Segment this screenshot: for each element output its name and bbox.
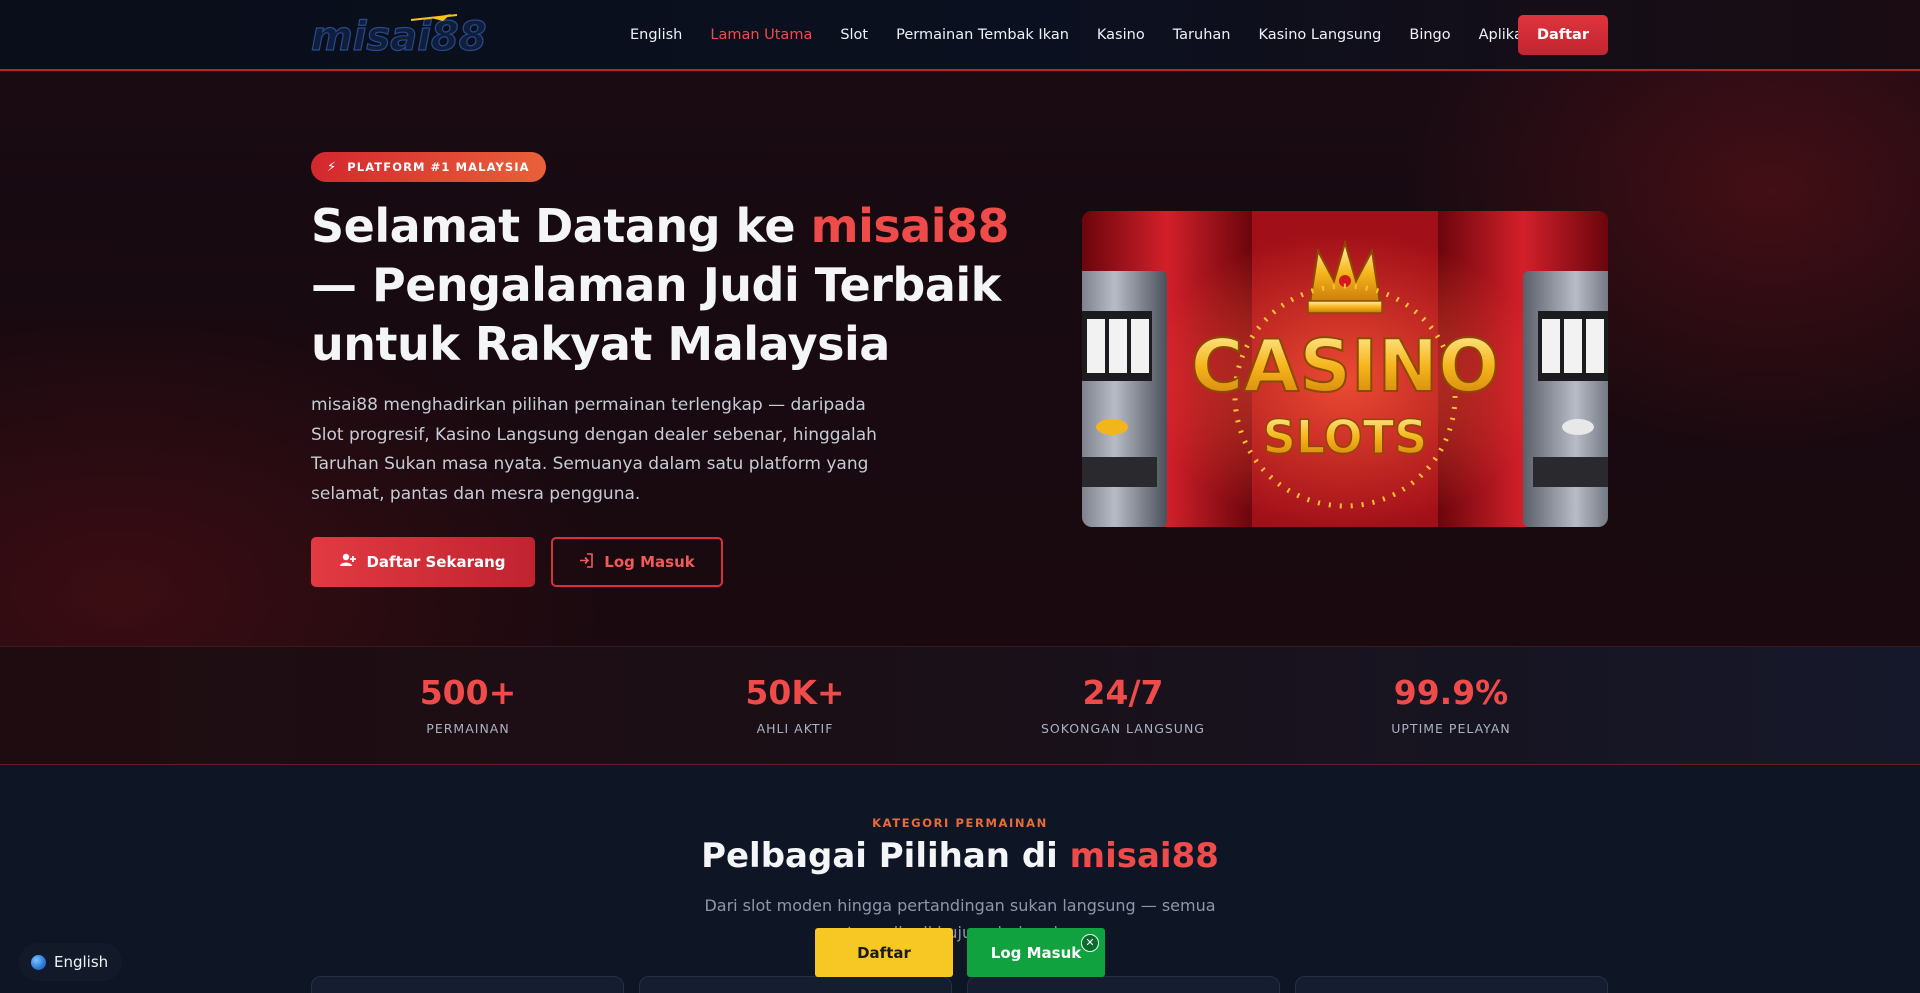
- header-register-button[interactable]: Daftar: [1518, 15, 1608, 55]
- register-now-button[interactable]: Daftar Sekarang: [311, 537, 535, 587]
- categories-section: KATEGORI PERMAINAN Pelbagai Pilihan di m…: [0, 766, 1920, 993]
- language-switcher[interactable]: English: [19, 943, 123, 981]
- categories-eyebrow: KATEGORI PERMAINAN: [872, 816, 1048, 830]
- language-label: English: [54, 953, 109, 971]
- stat-value: 50K+: [745, 673, 845, 712]
- stat-label: UPTIME PELAYAN: [1391, 721, 1511, 736]
- casino-slots-graphic: CASINO SLOTS: [1082, 211, 1608, 527]
- stat-value: 24/7: [1082, 673, 1164, 712]
- category-card[interactable]: [639, 976, 952, 993]
- logo-word: misai88: [311, 14, 487, 58]
- banner-line-casino: CASINO: [1191, 324, 1500, 408]
- banner-line-slots: SLOTS: [1263, 410, 1427, 464]
- nav-item-english[interactable]: English: [630, 27, 682, 43]
- categories-title: Pelbagai Pilihan di misai88: [0, 836, 1920, 876]
- nav-item-bingo[interactable]: Bingo: [1409, 27, 1450, 43]
- stat-value: 500+: [419, 673, 517, 712]
- category-card[interactable]: [967, 976, 1280, 993]
- platform-badge: ⚡ PLATFORM #1 MALAYSIA: [311, 152, 546, 182]
- stats-bar: 500+ PERMAINAN 50K+ AHLI AKTIF 24/7 SOKO…: [0, 646, 1920, 765]
- hero-section: ⚡ PLATFORM #1 MALAYSIA Selamat Datang ke…: [0, 71, 1920, 646]
- hero-description: misai88 menghadirkan pilihan permainan t…: [311, 395, 877, 504]
- stat-active-members: 50K+ AHLI AKTIF: [685, 673, 905, 736]
- login-label: Log Masuk: [604, 553, 695, 571]
- categories-subtitle: Dari slot moden hingga pertandingan suka…: [704, 896, 1216, 942]
- site-header: misai88 English Laman Utama Slot Permain…: [0, 0, 1920, 71]
- stat-label: SOKONGAN LANGSUNG: [1041, 721, 1205, 736]
- stat-server-uptime: 99.9% UPTIME PELAYAN: [1341, 673, 1561, 736]
- globe-icon: [31, 954, 46, 970]
- hero-title-prefix: Selamat Datang ke: [311, 199, 811, 253]
- categories-title-prefix: Pelbagai Pilihan di: [701, 836, 1070, 876]
- stat-label: PERMAINAN: [426, 721, 510, 736]
- bolt-icon: ⚡: [327, 159, 338, 175]
- user-plus-icon: [340, 553, 357, 571]
- main-nav: English Laman Utama Slot Permainan Temba…: [630, 0, 1562, 69]
- stat-live-support: 24/7 SOKONGAN LANGSUNG: [1013, 673, 1233, 736]
- stat-label: AHLI AKTIF: [756, 721, 834, 736]
- nav-item-laman-utama[interactable]: Laman Utama: [710, 27, 812, 43]
- login-button[interactable]: Log Masuk: [551, 537, 723, 587]
- casino-slots-banner: CASINO SLOTS: [1082, 211, 1608, 527]
- category-card[interactable]: [1295, 976, 1608, 993]
- nav-item-taruhan[interactable]: Taruhan: [1173, 27, 1231, 43]
- hero-title-suffix: — Pengalaman Judi Terbaik untuk Rakyat M…: [311, 258, 1001, 371]
- stat-games: 500+ PERMAINAN: [358, 673, 578, 736]
- nav-item-kasino[interactable]: Kasino: [1097, 27, 1145, 43]
- logo-graphic: misai88: [311, 13, 487, 58]
- close-icon[interactable]: ✕: [1081, 934, 1099, 952]
- category-card[interactable]: [311, 976, 624, 993]
- nav-item-kasino-langsung[interactable]: Kasino Langsung: [1258, 27, 1381, 43]
- site-logo[interactable]: misai88: [311, 12, 521, 58]
- login-icon: [579, 552, 594, 572]
- nav-item-permainan-tembak-ikan[interactable]: Permainan Tembak Ikan: [896, 27, 1069, 43]
- badge-label: PLATFORM #1 MALAYSIA: [347, 160, 530, 174]
- register-now-label: Daftar Sekarang: [366, 553, 506, 571]
- floating-register-button[interactable]: Daftar: [815, 928, 953, 977]
- categories-title-brand: misai88: [1069, 836, 1219, 876]
- nav-item-slot[interactable]: Slot: [840, 27, 868, 43]
- hero-title-brand: misai88: [810, 199, 1010, 253]
- hero-title: Selamat Datang ke misai88 — Pengalaman J…: [311, 197, 1011, 374]
- stat-value: 99.9%: [1393, 673, 1509, 712]
